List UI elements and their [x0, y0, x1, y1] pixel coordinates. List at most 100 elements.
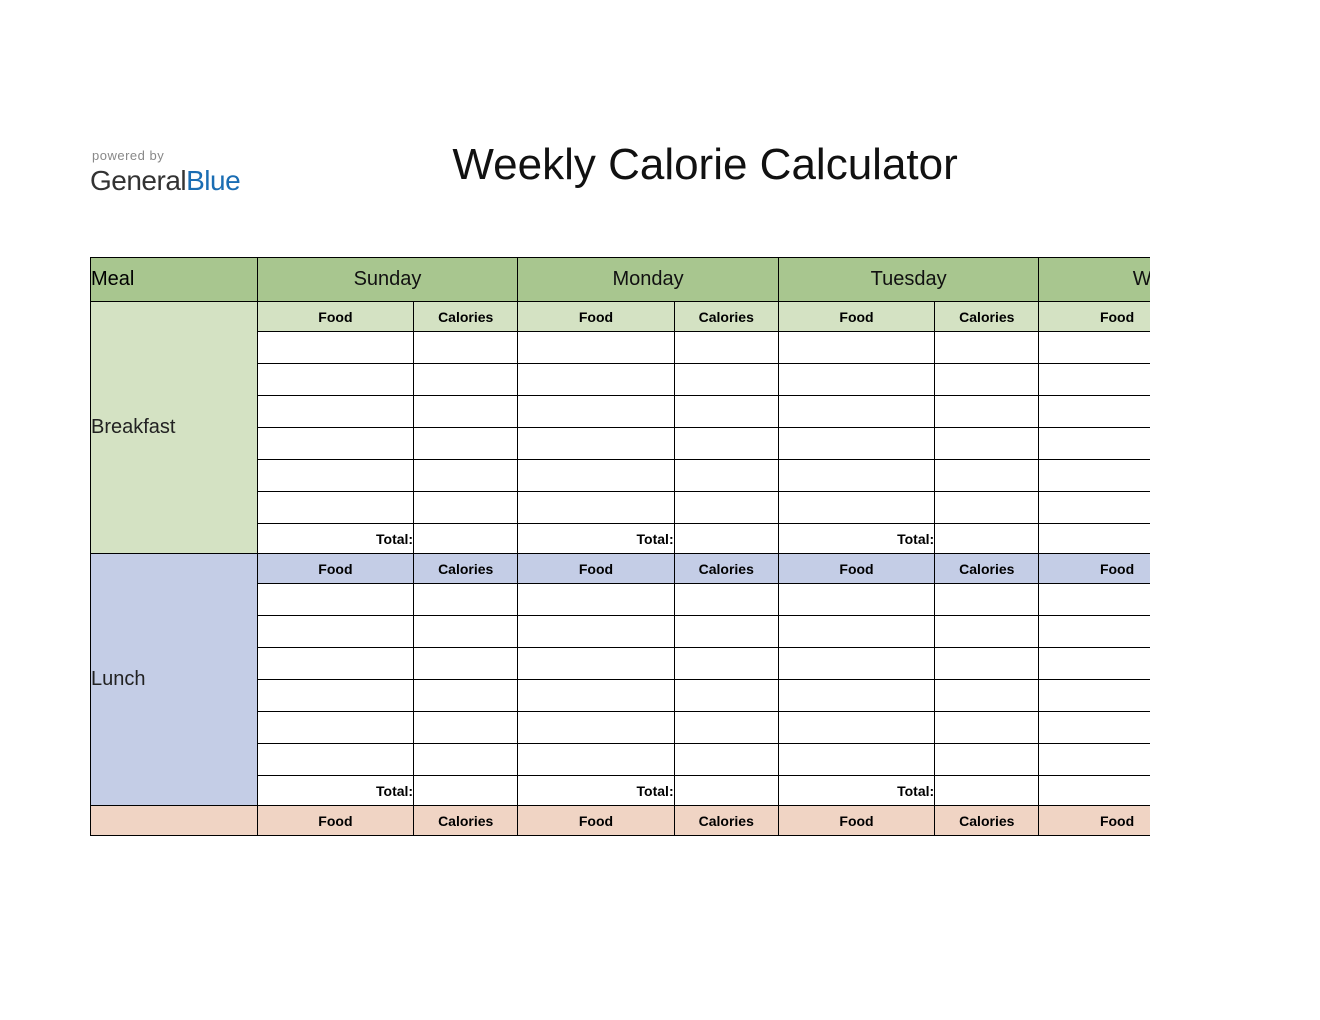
total-label: Total: [1039, 776, 1150, 806]
calories-cell[interactable] [935, 364, 1039, 396]
calories-cell[interactable] [674, 712, 778, 744]
subheader-food: Food [1039, 806, 1150, 836]
food-cell[interactable] [518, 584, 674, 616]
food-cell[interactable] [518, 364, 674, 396]
calories-cell[interactable] [674, 744, 778, 776]
food-cell[interactable] [518, 428, 674, 460]
food-cell[interactable] [518, 648, 674, 680]
food-cell[interactable] [518, 332, 674, 364]
food-cell[interactable] [257, 460, 413, 492]
total-value [935, 524, 1039, 554]
food-cell[interactable] [257, 584, 413, 616]
food-cell[interactable] [257, 332, 413, 364]
food-cell[interactable] [257, 648, 413, 680]
calories-cell[interactable] [935, 712, 1039, 744]
logo-text: GeneralBlue [90, 165, 240, 197]
calories-cell[interactable] [674, 584, 778, 616]
food-cell[interactable] [778, 616, 934, 648]
food-cell[interactable] [1039, 460, 1150, 492]
calories-cell[interactable] [935, 744, 1039, 776]
calories-cell[interactable] [414, 616, 518, 648]
food-cell[interactable] [778, 364, 934, 396]
food-cell[interactable] [1039, 364, 1150, 396]
calories-cell[interactable] [935, 492, 1039, 524]
food-cell[interactable] [1039, 396, 1150, 428]
calories-cell[interactable] [414, 712, 518, 744]
calories-cell[interactable] [674, 364, 778, 396]
calories-cell[interactable] [414, 744, 518, 776]
food-cell[interactable] [778, 648, 934, 680]
column-header-day: Monday [518, 258, 779, 302]
food-cell[interactable] [778, 744, 934, 776]
calories-cell[interactable] [674, 648, 778, 680]
food-cell[interactable] [1039, 648, 1150, 680]
calories-cell[interactable] [674, 460, 778, 492]
calorie-table-wrap: MealSundayMondayTuesdayWednesBreakfastFo… [90, 257, 1150, 836]
food-cell[interactable] [518, 460, 674, 492]
calories-cell[interactable] [414, 364, 518, 396]
calories-cell[interactable] [674, 616, 778, 648]
meal-label-dinner [91, 806, 258, 836]
food-cell[interactable] [778, 584, 934, 616]
calories-cell[interactable] [414, 584, 518, 616]
food-cell[interactable] [518, 712, 674, 744]
food-cell[interactable] [257, 744, 413, 776]
food-cell[interactable] [1039, 492, 1150, 524]
calories-cell[interactable] [414, 396, 518, 428]
food-cell[interactable] [778, 460, 934, 492]
header: powered by GeneralBlue Weekly Calorie Ca… [90, 140, 1230, 197]
food-cell[interactable] [778, 712, 934, 744]
subheader-food: Food [778, 806, 934, 836]
total-label: Total: [778, 524, 934, 554]
total-label: Total: [518, 524, 674, 554]
food-cell[interactable] [778, 396, 934, 428]
food-cell[interactable] [1039, 428, 1150, 460]
calories-cell[interactable] [414, 680, 518, 712]
food-cell[interactable] [1039, 332, 1150, 364]
total-value [414, 524, 518, 554]
calories-cell[interactable] [674, 428, 778, 460]
food-cell[interactable] [1039, 744, 1150, 776]
calories-cell[interactable] [414, 460, 518, 492]
food-cell[interactable] [778, 680, 934, 712]
calories-cell[interactable] [935, 680, 1039, 712]
calories-cell[interactable] [935, 616, 1039, 648]
food-cell[interactable] [518, 616, 674, 648]
calories-cell[interactable] [414, 428, 518, 460]
food-cell[interactable] [257, 492, 413, 524]
calories-cell[interactable] [674, 332, 778, 364]
food-cell[interactable] [518, 396, 674, 428]
calories-cell[interactable] [414, 332, 518, 364]
calories-cell[interactable] [935, 460, 1039, 492]
calories-cell[interactable] [935, 428, 1039, 460]
food-cell[interactable] [778, 492, 934, 524]
food-cell[interactable] [257, 680, 413, 712]
calories-cell[interactable] [935, 584, 1039, 616]
calories-cell[interactable] [414, 648, 518, 680]
subheader-food: Food [257, 302, 413, 332]
calories-cell[interactable] [674, 396, 778, 428]
total-label: Total: [257, 776, 413, 806]
food-cell[interactable] [778, 428, 934, 460]
food-cell[interactable] [257, 428, 413, 460]
food-cell[interactable] [1039, 616, 1150, 648]
powered-by-text: powered by [90, 148, 240, 163]
food-cell[interactable] [257, 396, 413, 428]
food-cell[interactable] [1039, 680, 1150, 712]
food-cell[interactable] [257, 712, 413, 744]
calories-cell[interactable] [414, 492, 518, 524]
calories-cell[interactable] [935, 396, 1039, 428]
calories-cell[interactable] [935, 648, 1039, 680]
food-cell[interactable] [518, 744, 674, 776]
food-cell[interactable] [1039, 584, 1150, 616]
calories-cell[interactable] [674, 492, 778, 524]
food-cell[interactable] [518, 680, 674, 712]
column-header-meal: Meal [91, 258, 258, 302]
food-cell[interactable] [257, 364, 413, 396]
food-cell[interactable] [518, 492, 674, 524]
calories-cell[interactable] [935, 332, 1039, 364]
food-cell[interactable] [1039, 712, 1150, 744]
food-cell[interactable] [257, 616, 413, 648]
food-cell[interactable] [778, 332, 934, 364]
calories-cell[interactable] [674, 680, 778, 712]
